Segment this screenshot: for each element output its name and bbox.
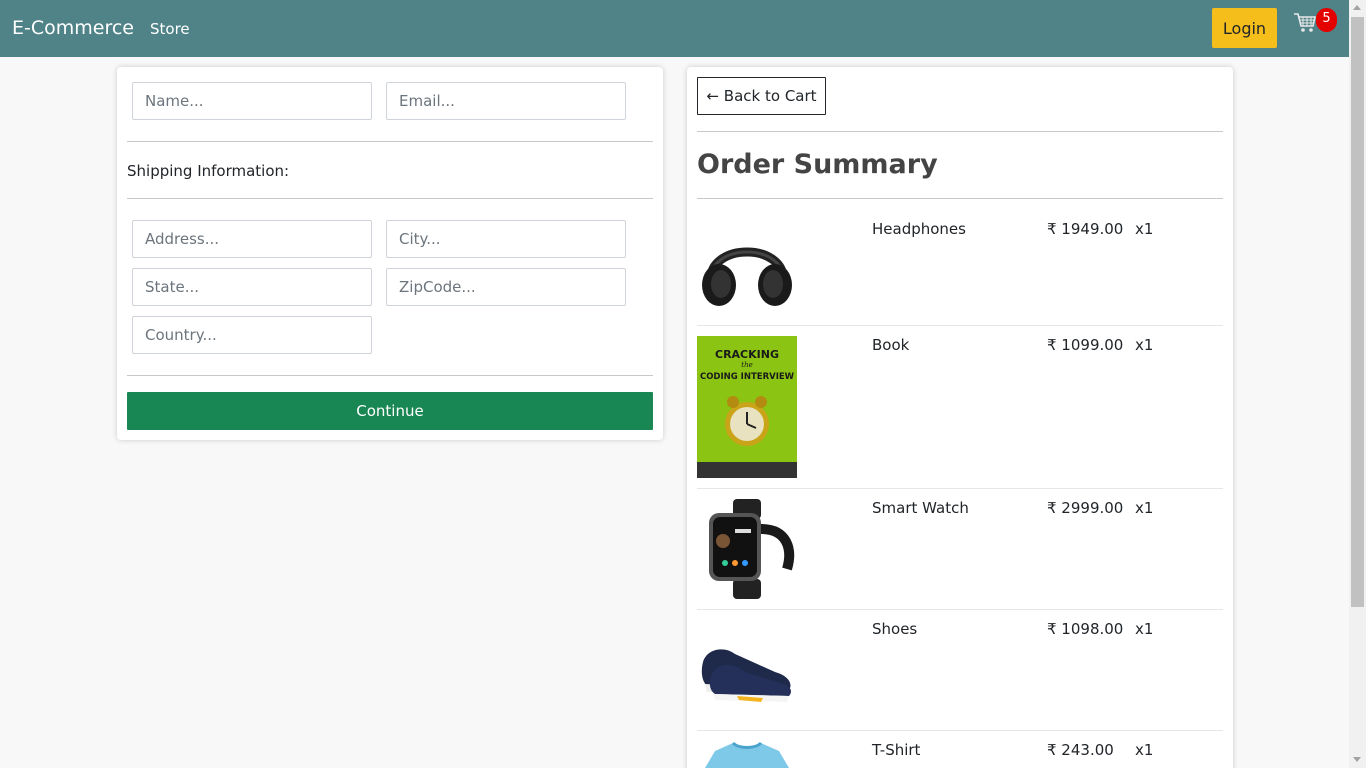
state-input[interactable] <box>132 268 372 306</box>
svg-text:CODING INTERVIEW: CODING INTERVIEW <box>700 372 795 382</box>
item-price: ₹ 1098.00 <box>1047 620 1124 638</box>
name-input[interactable] <box>132 82 372 120</box>
headphones-image <box>702 247 792 306</box>
cart-count-badge: 5 <box>1316 8 1337 32</box>
back-to-cart-button[interactable]: ← Back to Cart <box>697 77 826 115</box>
item-price: ₹ 1099.00 <box>1047 336 1124 354</box>
nav-store-link[interactable]: Store <box>150 20 190 38</box>
divider <box>697 609 1223 610</box>
divider <box>127 375 653 376</box>
email-input[interactable] <box>386 82 626 120</box>
divider <box>697 325 1223 326</box>
svg-text:CRACKING: CRACKING <box>715 348 779 361</box>
scroll-down-arrow-icon[interactable] <box>1353 757 1361 762</box>
book-cover-image: CRACKING the CODING INTERVIEW <box>697 336 797 478</box>
item-quantity: x1 <box>1135 499 1154 517</box>
scrollbar-thumb[interactable] <box>1351 17 1364 607</box>
order-item: Headphones ₹ 1949.00 x1 <box>697 220 1223 325</box>
continue-button[interactable]: Continue <box>127 392 653 430</box>
order-item: CRACKING the CODING INTERVIEW Book ₹ 109… <box>697 336 1223 486</box>
item-price: ₹ 2999.00 <box>1047 499 1124 517</box>
city-input[interactable] <box>386 220 626 258</box>
shipping-heading: Shipping Information: <box>127 162 290 180</box>
divider <box>697 198 1223 199</box>
item-price: ₹ 1949.00 <box>1047 220 1124 238</box>
order-item: Smart Watch ₹ 2999.00 x1 <box>697 499 1223 604</box>
smart-watch-image <box>709 499 795 599</box>
scroll-up-arrow-icon[interactable] <box>1353 5 1361 10</box>
zipcode-input[interactable] <box>386 268 626 306</box>
item-name: Book <box>872 336 910 354</box>
navbar: E-Commerce Store Login 5 <box>0 0 1349 57</box>
item-quantity: x1 <box>1135 336 1154 354</box>
login-button[interactable]: Login <box>1212 8 1277 48</box>
order-item: T-Shirt ₹ 243.00 x1 <box>697 741 1223 768</box>
divider <box>697 730 1223 731</box>
divider <box>697 488 1223 489</box>
country-input[interactable] <box>132 316 372 354</box>
checkout-form-card: Shipping Information: Continue <box>117 67 663 440</box>
item-name: Smart Watch <box>872 499 969 517</box>
page-scrollbar[interactable] <box>1349 0 1366 768</box>
divider <box>697 131 1223 132</box>
item-price: ₹ 243.00 <box>1047 741 1114 759</box>
cart-icon[interactable] <box>1293 12 1317 34</box>
item-quantity: x1 <box>1135 741 1154 759</box>
order-item: Shoes ₹ 1098.00 x1 <box>697 620 1223 725</box>
order-summary-title: Order Summary <box>697 149 938 180</box>
item-name: T-Shirt <box>872 741 921 759</box>
order-summary-card: ← Back to Cart Order Summary Headphones … <box>687 67 1233 768</box>
divider <box>127 198 653 199</box>
address-input[interactable] <box>132 220 372 258</box>
item-name: Headphones <box>872 220 966 238</box>
svg-text:the: the <box>741 361 752 369</box>
brand-logo[interactable]: E-Commerce <box>12 17 134 39</box>
t-shirt-image <box>705 741 789 768</box>
item-quantity: x1 <box>1135 220 1154 238</box>
item-quantity: x1 <box>1135 620 1154 638</box>
item-name: Shoes <box>872 620 918 638</box>
shoes-image <box>701 649 791 702</box>
divider <box>127 141 653 142</box>
